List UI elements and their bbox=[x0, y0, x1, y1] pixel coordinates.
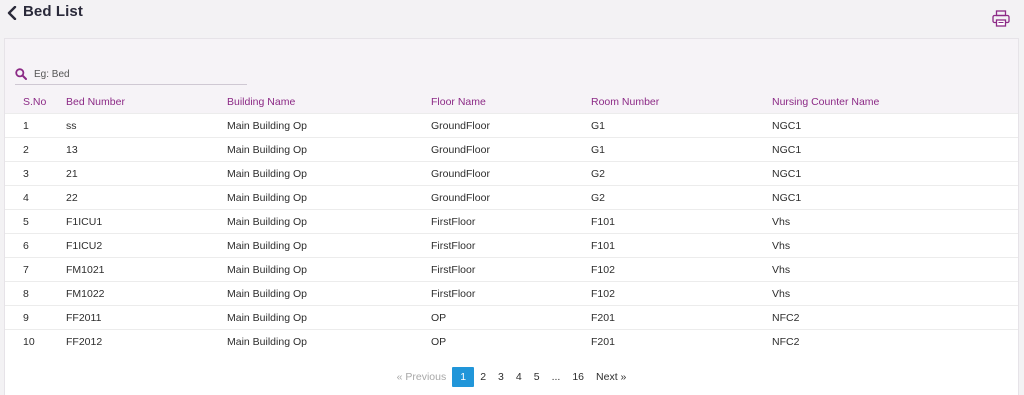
cell-floor-name: FirstFloor bbox=[431, 263, 476, 276]
cell-bed-number: ss bbox=[66, 119, 77, 132]
printer-icon bbox=[992, 9, 1010, 27]
cell-building-name: Main Building Op bbox=[227, 335, 307, 348]
cell-nursing-counter: Vhs bbox=[772, 239, 791, 252]
cell-sno: 2 bbox=[23, 143, 29, 156]
cell-sno: 8 bbox=[23, 287, 29, 300]
search-input[interactable] bbox=[34, 68, 234, 80]
column-header-nursing-counter-name[interactable]: Nursing Counter Name bbox=[772, 90, 1018, 114]
column-header-bed-number[interactable]: Bed Number bbox=[66, 90, 227, 114]
column-header-room-number[interactable]: Room Number bbox=[591, 90, 772, 114]
cell-room-number: G1 bbox=[591, 143, 606, 156]
cell-nursing-counter: NFC2 bbox=[772, 311, 800, 324]
cell-nursing-counter: Vhs bbox=[772, 263, 791, 276]
page-button-2[interactable]: 2 bbox=[474, 367, 492, 387]
page-title: Bed List bbox=[23, 3, 83, 20]
pagination: « Previous 1 2 3 4 5 ... 16 Next » bbox=[5, 366, 1018, 388]
table-header-row: S.No Bed Number Building Name Floor Name… bbox=[5, 90, 1018, 114]
cell-nursing-counter: NGC1 bbox=[772, 143, 802, 156]
table-row[interactable]: 7 FM1021 Main Building Op FirstFloor F10… bbox=[5, 257, 1018, 282]
table-row[interactable]: 5 F1ICU1 Main Building Op FirstFloor F10… bbox=[5, 209, 1018, 234]
cell-bed-number: FF2012 bbox=[66, 335, 103, 348]
bed-table: S.No Bed Number Building Name Floor Name… bbox=[5, 90, 1018, 354]
back-button[interactable] bbox=[4, 4, 20, 22]
cell-floor-name: OP bbox=[431, 335, 447, 348]
cell-building-name: Main Building Op bbox=[227, 311, 307, 324]
cell-nursing-counter: NGC1 bbox=[772, 167, 802, 180]
print-button[interactable] bbox=[991, 8, 1011, 28]
cell-bed-number: FM1022 bbox=[66, 287, 105, 300]
table-row[interactable]: 9 FF2011 Main Building Op OP F201 NFC2 bbox=[5, 305, 1018, 330]
cell-room-number: F101 bbox=[591, 215, 615, 228]
table-row[interactable]: 6 F1ICU2 Main Building Op FirstFloor F10… bbox=[5, 233, 1018, 258]
table-row[interactable]: 1 ss Main Building Op GroundFloor G1 NGC… bbox=[5, 113, 1018, 138]
cell-bed-number: FF2011 bbox=[66, 311, 102, 324]
cell-building-name: Main Building Op bbox=[227, 215, 307, 228]
cell-sno: 6 bbox=[23, 239, 29, 252]
cell-building-name: Main Building Op bbox=[227, 239, 307, 252]
cell-room-number: F201 bbox=[591, 311, 615, 324]
search-box[interactable] bbox=[15, 64, 247, 85]
cell-room-number: G2 bbox=[591, 191, 606, 204]
cell-floor-name: FirstFloor bbox=[431, 239, 476, 252]
chevron-left-icon bbox=[7, 6, 17, 20]
bed-list-card: S.No Bed Number Building Name Floor Name… bbox=[4, 38, 1019, 395]
column-header-building-name[interactable]: Building Name bbox=[227, 90, 431, 114]
table-row[interactable]: 8 FM1022 Main Building Op FirstFloor F10… bbox=[5, 281, 1018, 306]
cell-bed-number: 21 bbox=[66, 167, 78, 180]
cell-building-name: Main Building Op bbox=[227, 143, 307, 156]
cell-nursing-counter: NGC1 bbox=[772, 119, 802, 132]
cell-nursing-counter: Vhs bbox=[772, 287, 791, 300]
cell-bed-number: 13 bbox=[66, 143, 78, 156]
cell-bed-number: F1ICU1 bbox=[66, 215, 103, 228]
table-row[interactable]: 4 22 Main Building Op GroundFloor G2 NGC… bbox=[5, 185, 1018, 210]
column-header-floor-name[interactable]: Floor Name bbox=[431, 90, 591, 114]
column-header-sno[interactable]: S.No bbox=[5, 90, 66, 114]
cell-floor-name: FirstFloor bbox=[431, 215, 476, 228]
page-button-5[interactable]: 5 bbox=[528, 367, 546, 387]
cell-room-number: F201 bbox=[591, 335, 615, 348]
table-row[interactable]: 3 21 Main Building Op GroundFloor G2 NGC… bbox=[5, 161, 1018, 186]
cell-building-name: Main Building Op bbox=[227, 167, 307, 180]
cell-building-name: Main Building Op bbox=[227, 263, 307, 276]
cell-floor-name: GroundFloor bbox=[431, 191, 490, 204]
table-row[interactable]: 10 FF2012 Main Building Op OP F201 NFC2 bbox=[5, 329, 1018, 354]
cell-sno: 1 bbox=[23, 119, 29, 132]
cell-building-name: Main Building Op bbox=[227, 119, 307, 132]
cell-sno: 5 bbox=[23, 215, 29, 228]
page-button-16[interactable]: 16 bbox=[566, 367, 590, 387]
cell-room-number: G1 bbox=[591, 119, 606, 132]
cell-room-number: F102 bbox=[591, 263, 615, 276]
cell-sno: 7 bbox=[23, 263, 29, 276]
next-page-button[interactable]: Next » bbox=[590, 367, 632, 387]
cell-nursing-counter: NGC1 bbox=[772, 191, 802, 204]
table-row[interactable]: 2 13 Main Building Op GroundFloor G1 NGC… bbox=[5, 137, 1018, 162]
cell-sno: 4 bbox=[23, 191, 29, 204]
top-bar: Bed List bbox=[0, 0, 1024, 36]
cell-nursing-counter: NFC2 bbox=[772, 335, 800, 348]
previous-page-button[interactable]: « Previous bbox=[391, 367, 453, 387]
page-ellipsis: ... bbox=[551, 371, 561, 383]
cell-sno: 10 bbox=[23, 335, 35, 348]
cell-bed-number: FM1021 bbox=[66, 263, 105, 276]
cell-floor-name: GroundFloor bbox=[431, 167, 490, 180]
cell-nursing-counter: Vhs bbox=[772, 215, 791, 228]
cell-building-name: Main Building Op bbox=[227, 191, 307, 204]
cell-floor-name: OP bbox=[431, 311, 447, 324]
cell-room-number: F101 bbox=[591, 239, 615, 252]
page-button-4[interactable]: 4 bbox=[510, 367, 528, 387]
page-button-3[interactable]: 3 bbox=[492, 367, 510, 387]
cell-room-number: F102 bbox=[591, 287, 615, 300]
search-icon bbox=[15, 68, 27, 80]
cell-bed-number: 22 bbox=[66, 191, 78, 204]
cell-floor-name: GroundFloor bbox=[431, 119, 490, 132]
cell-floor-name: FirstFloor bbox=[431, 287, 476, 300]
cell-sno: 3 bbox=[23, 167, 29, 180]
cell-floor-name: GroundFloor bbox=[431, 143, 490, 156]
page-button-1[interactable]: 1 bbox=[452, 367, 475, 387]
cell-room-number: G2 bbox=[591, 167, 606, 180]
cell-bed-number: F1ICU2 bbox=[66, 239, 103, 252]
cell-building-name: Main Building Op bbox=[227, 287, 307, 300]
cell-sno: 9 bbox=[23, 311, 29, 324]
